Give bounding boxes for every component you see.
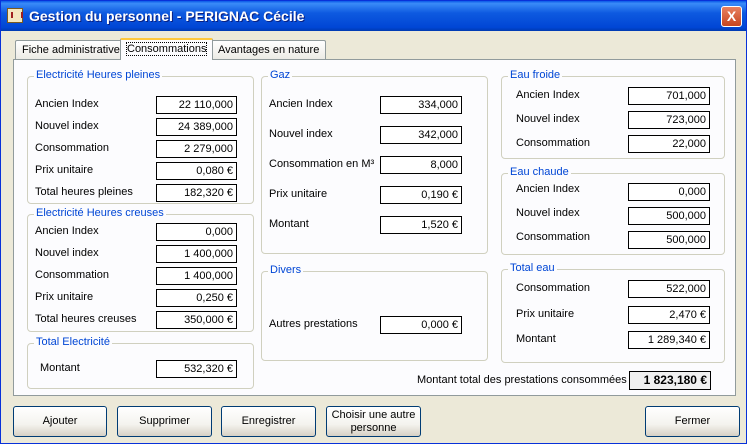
tab-fiche-administrative[interactable]: Fiche administrative: [15, 40, 127, 59]
field-ef-ancien-index[interactable]: 701,000: [628, 87, 710, 105]
tab-avantages-en-nature[interactable]: Avantages en nature: [211, 40, 327, 59]
tab-panel-consommations: Electricité Heures pleines Ancien Index …: [13, 59, 736, 396]
label-montant-total-prestations: Montant total des prestations consommées…: [417, 374, 633, 386]
label-montant: Montant: [40, 362, 80, 374]
group-eau-froide: Eau froide Ancien Index 701,000 Nouvel i…: [501, 69, 725, 159]
field-ec-ancien-index[interactable]: 0,000: [628, 183, 710, 201]
field-gaz-montant[interactable]: 1,520 €: [380, 216, 462, 234]
group-title: Eau chaude: [508, 166, 571, 178]
group-title: Eau froide: [508, 69, 563, 81]
close-button[interactable]: X: [721, 6, 742, 27]
field-gaz-consommation[interactable]: 8,000: [380, 156, 462, 174]
field-hp-nouvel-index[interactable]: 24 389,000: [156, 118, 237, 136]
field-gaz-prix-unitaire[interactable]: 0,190 €: [380, 186, 462, 204]
label-nouvel-index: Nouvel index: [516, 113, 580, 125]
ajouter-button[interactable]: Ajouter: [13, 406, 107, 437]
label-montant: Montant: [516, 333, 556, 345]
tab-label: Fiche administrative: [22, 44, 120, 56]
label-total-heures-creuses: Total heures creuses: [35, 313, 137, 325]
field-hp-ancien-index[interactable]: 22 110,000: [156, 96, 237, 114]
choisir-autre-personne-button[interactable]: Choisir une autre personne: [326, 406, 421, 437]
tab-consommations[interactable]: Consommations: [120, 38, 214, 60]
field-hc-total[interactable]: 350,000 €: [156, 311, 237, 329]
field-ec-nouvel-index[interactable]: 500,000: [628, 207, 710, 225]
group-title: Gaz: [268, 69, 293, 81]
group-title: Total eau: [508, 262, 557, 274]
label-consommation: Consommation: [35, 269, 109, 281]
label-ancien-index: Ancien Index: [35, 225, 99, 237]
field-hc-ancien-index[interactable]: 0,000: [156, 223, 237, 241]
field-ef-nouvel-index[interactable]: 723,000: [628, 111, 710, 129]
app-window: Gestion du personnel - PERIGNAC Cécile X…: [0, 0, 747, 444]
field-ef-consommation[interactable]: 22,000: [628, 135, 710, 153]
group-electricite-heures-pleines: Electricité Heures pleines Ancien Index …: [27, 69, 254, 204]
group-title: Electricité Heures pleines: [34, 69, 163, 81]
label-nouvel-index: Nouvel index: [35, 120, 99, 132]
button-label: Choisir une autre: [331, 408, 416, 421]
label-consommation: Consommation: [516, 137, 590, 149]
field-gaz-ancien-index[interactable]: 334,000: [380, 96, 462, 114]
field-total-eau-prix-unitaire[interactable]: 2,470 €: [628, 306, 710, 324]
label-prix-unitaire: Prix unitaire: [35, 291, 94, 303]
label-total-heures-pleines: Total heures pleines: [35, 186, 133, 198]
label-consommation: Consommation: [35, 142, 109, 154]
field-hp-consommation[interactable]: 2 279,000: [156, 140, 237, 158]
label-nouvel-index: Nouvel index: [269, 128, 333, 140]
field-gaz-nouvel-index[interactable]: 342,000: [380, 126, 462, 144]
field-total-electricite-montant[interactable]: 532,320 €: [156, 360, 237, 378]
tab-label: Avantages en nature: [218, 44, 320, 56]
field-hp-total[interactable]: 182,320 €: [156, 184, 237, 202]
group-divers: Divers Autres prestations 0,000 €: [261, 264, 488, 361]
app-book-icon: [7, 8, 23, 23]
field-hc-prix-unitaire[interactable]: 0,250 €: [156, 289, 237, 307]
title-bar[interactable]: Gestion du personnel - PERIGNAC Cécile X: [1, 1, 746, 31]
label-nouvel-index: Nouvel index: [516, 207, 580, 219]
label-consommation: Consommation: [516, 231, 590, 243]
label-ancien-index: Ancien Index: [35, 98, 99, 110]
label-consommation-m3: Consommation en M³: [269, 158, 375, 170]
button-label: Supprimer: [139, 415, 190, 427]
group-eau-chaude: Eau chaude Ancien Index 0,000 Nouvel ind…: [501, 166, 725, 255]
button-label: Enregistrer: [241, 415, 296, 427]
field-hc-nouvel-index[interactable]: 1 400,000: [156, 245, 237, 263]
field-total-eau-consommation[interactable]: 522,000: [628, 280, 710, 298]
group-total-electricite: Total Electricité Montant 532,320 €: [27, 336, 254, 389]
window-title: Gestion du personnel - PERIGNAC Cécile: [29, 8, 305, 24]
label-montant: Montant: [269, 218, 309, 230]
label-autres-prestations: Autres prestations: [269, 318, 358, 330]
group-total-eau: Total eau Consommation 522,000 Prix unit…: [501, 262, 725, 363]
group-gaz: Gaz Ancien Index 334,000 Nouvel index 34…: [261, 69, 488, 254]
label-ancien-index: Ancien Index: [516, 89, 580, 101]
supprimer-button[interactable]: Supprimer: [117, 406, 212, 437]
enregistrer-button[interactable]: Enregistrer: [221, 406, 316, 437]
group-title: Total Electricité: [34, 336, 112, 348]
group-title: Divers: [268, 264, 304, 276]
field-total-eau-montant[interactable]: 1 289,340 €: [628, 331, 710, 349]
tab-label: Consommations: [125, 42, 208, 56]
label-prix-unitaire: Prix unitaire: [269, 188, 328, 200]
field-hc-consommation[interactable]: 1 400,000: [156, 267, 237, 285]
label-nouvel-index: Nouvel index: [35, 247, 99, 259]
button-label: Fermer: [674, 415, 711, 427]
label-ancien-index: Ancien Index: [516, 183, 580, 195]
label-prix-unitaire: Prix unitaire: [516, 308, 575, 320]
label-consommation: Consommation: [516, 282, 590, 294]
label-ancien-index: Ancien Index: [269, 98, 333, 110]
field-autres-prestations[interactable]: 0,000 €: [380, 316, 462, 334]
group-electricite-heures-creuses: Electricité Heures creuses Ancien Index …: [27, 207, 254, 332]
label-prix-unitaire: Prix unitaire: [35, 164, 94, 176]
field-montant-total-prestations: 1 823,180 €: [629, 371, 711, 390]
field-ec-consommation[interactable]: 500,000: [628, 231, 710, 249]
button-label: personne: [350, 421, 397, 434]
button-label: Ajouter: [42, 415, 78, 427]
group-title: Electricité Heures creuses: [34, 207, 166, 219]
fermer-button[interactable]: Fermer: [645, 406, 740, 437]
field-hp-prix-unitaire[interactable]: 0,080 €: [156, 162, 237, 180]
